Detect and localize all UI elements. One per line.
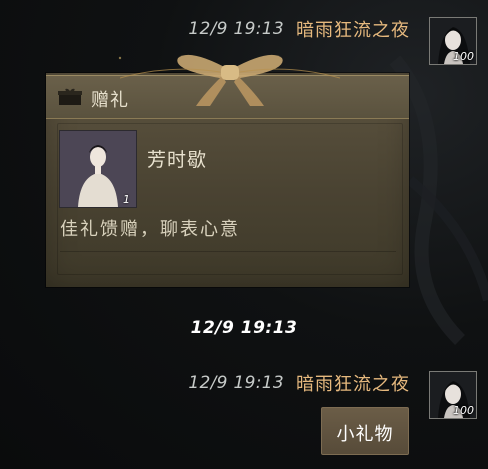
gift-item-name: 芳时歇	[147, 149, 208, 171]
ribbon-bow-icon	[120, 54, 340, 106]
message-text: 小礼物	[336, 424, 394, 445]
message-bubble[interactable]: 小礼物	[321, 407, 409, 455]
message-timestamp: 12/9 19:13	[188, 373, 284, 393]
gift-box-icon	[58, 88, 82, 105]
sender-avatar[interactable]: 100	[429, 371, 477, 419]
message-header: 12/9 19:13 暗雨狂流之夜	[188, 371, 410, 395]
gift-divider	[60, 251, 396, 252]
message-timestamp: 12/9 19:13	[188, 19, 284, 39]
sender-name[interactable]: 暗雨狂流之夜	[296, 370, 410, 396]
sender-avatar[interactable]: 100	[429, 17, 477, 65]
sender-name[interactable]: 暗雨狂流之夜	[296, 16, 410, 42]
gift-item-count: 1	[123, 193, 130, 206]
avatar-level: 100	[453, 404, 474, 417]
avatar-level: 100	[453, 50, 474, 63]
divider-timestamp: 12/9 19:13	[190, 318, 298, 338]
gift-message: 佳礼馈赠，聊表心意	[60, 219, 240, 240]
message-header: 12/9 19:13 暗雨狂流之夜	[188, 17, 410, 41]
gift-item-icon[interactable]: 1	[59, 130, 137, 208]
